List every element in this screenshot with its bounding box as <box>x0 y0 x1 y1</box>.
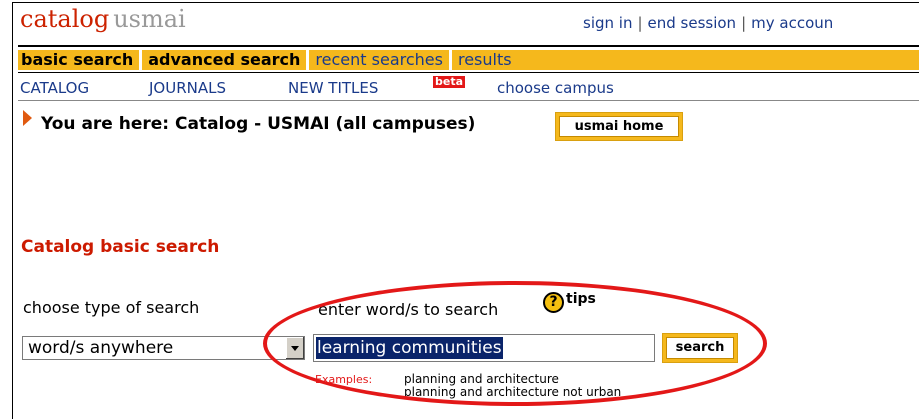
tab-divider <box>448 50 452 70</box>
usmai-home-label: usmai home <box>559 116 679 137</box>
search-input[interactable]: learning communities <box>313 334 655 362</box>
tab-divider <box>139 50 143 70</box>
sign-in-link[interactable]: sign in <box>583 14 632 32</box>
example-2: planning and architecture not urban <box>404 385 622 399</box>
logo-usmai: usmai <box>113 5 186 33</box>
search-type-select[interactable]: word/s anywhere <box>22 336 305 360</box>
dropdown-arrow-icon[interactable] <box>285 337 304 359</box>
subnav-divider <box>18 100 919 101</box>
example-1: planning and architecture <box>404 372 559 386</box>
search-query: learning communities <box>316 337 503 359</box>
breadcrumb: You are here: Catalog - USMAI (all campu… <box>41 114 476 134</box>
tab-divider <box>306 50 310 70</box>
tab-basic-search[interactable]: basic search <box>21 50 133 69</box>
header-divider <box>18 45 919 47</box>
separator: | <box>637 14 643 32</box>
search-button[interactable]: search <box>662 333 738 363</box>
search-type-label: choose type of search <box>23 298 200 317</box>
search-words-label: enter word/s to search <box>318 300 499 319</box>
nav-choose-campus[interactable]: choose campus <box>497 79 614 97</box>
tips-link[interactable]: tips <box>566 291 596 307</box>
search-tabs: basic search advanced search recent search… <box>18 50 919 70</box>
logo-catalog: catalog <box>20 5 110 33</box>
tab-results[interactable]: results <box>458 50 512 69</box>
examples-label: Examples: <box>315 373 373 386</box>
help-icon[interactable]: ? <box>543 292 564 313</box>
usmai-home-button[interactable]: usmai home <box>555 112 683 141</box>
page-title: Catalog basic search <box>21 237 220 257</box>
beta-badge: beta <box>433 75 466 88</box>
tab-recent-searches[interactable]: recent searches <box>315 50 443 69</box>
search-type-value: word/s anywhere <box>28 338 174 358</box>
search-button-label: search <box>666 337 734 359</box>
separator: | <box>741 14 747 32</box>
nav-journals[interactable]: JOURNALS <box>149 79 226 97</box>
logo: catalog usmai <box>20 4 186 34</box>
nav-catalog[interactable]: CATALOG <box>20 79 89 97</box>
location-arrow-icon <box>23 110 32 126</box>
top-links: sign in | end session | my accoun <box>583 14 833 32</box>
nav-new-titles[interactable]: NEW TITLES <box>288 79 378 97</box>
tabs-divider <box>18 72 919 73</box>
tab-advanced-search[interactable]: advanced search <box>148 50 300 69</box>
my-account-link[interactable]: my accoun <box>751 14 833 32</box>
end-session-link[interactable]: end session <box>648 14 737 32</box>
